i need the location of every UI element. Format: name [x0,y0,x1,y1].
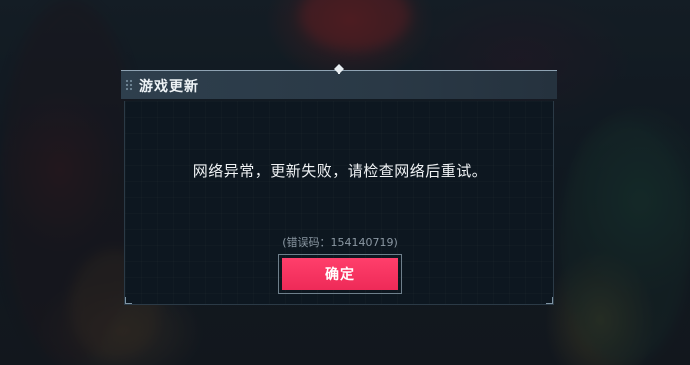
pin-icon [334,64,344,74]
confirm-button-label: 确定 [325,267,355,283]
error-code: (错误码：154140719) [282,236,398,249]
update-dialog: 游戏更新 网络异常，更新失败，请检查网络后重试。 (错误码：154140719)… [121,64,557,306]
drag-handle-icon [125,79,133,91]
confirm-button-frame: 确定 [278,254,402,294]
dialog-body: 网络异常，更新失败，请检查网络后重试。 (错误码：154140719) 确定 [124,101,554,305]
corner-decoration [125,297,132,304]
dialog-title: 游戏更新 [139,79,199,95]
corner-decoration [546,297,553,304]
confirm-button[interactable]: 确定 [282,258,398,290]
dialog-title-bar: 游戏更新 [121,70,557,99]
error-message: 网络异常，更新失败，请检查网络后重试。 [192,162,488,180]
